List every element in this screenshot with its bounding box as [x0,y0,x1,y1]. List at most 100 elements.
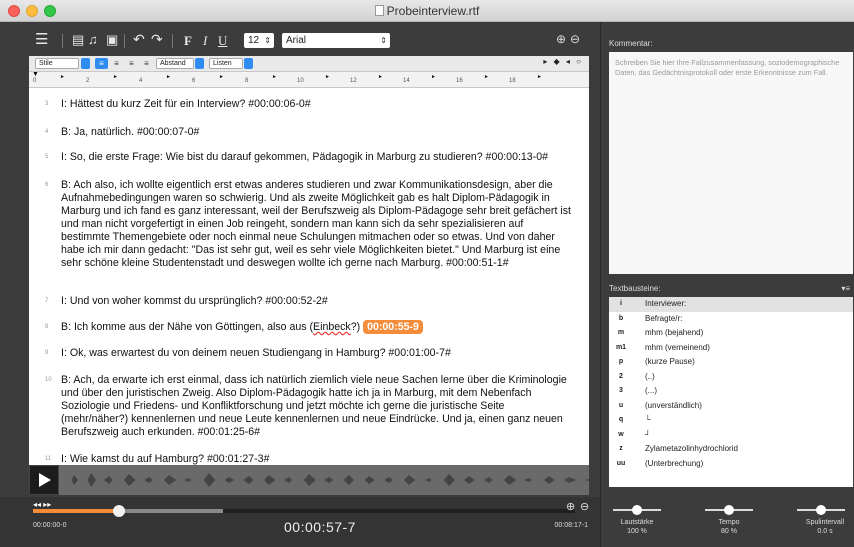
waveform-graphic [59,465,589,495]
paragraph-text: I: Und von woher kommst du ursprünglich?… [61,295,328,307]
tab-stop-icon[interactable]: ► [537,74,542,80]
playhead-handle[interactable] [112,505,125,517]
textbaustein-value: (...) [645,386,657,395]
textbaustein-value: Befragte/r: [645,313,683,323]
textbaustein-row[interactable]: m1 mhm (verneinend) [609,341,853,356]
tab-stop-icon[interactable]: ► [272,74,277,80]
font-size-select[interactable]: 12 ⇕ [244,33,274,48]
volume-slider[interactable] [613,505,661,515]
spacing-dropdown-button[interactable] [195,58,204,69]
paragraph[interactable]: 8 B: Ich komme aus der Nähe von Göttinge… [45,320,573,334]
ruler[interactable]: ▼ 0 2 4 6 8 10 12 14 16 18 ► ► ► ► ► ► ►… [29,71,589,88]
lists-select[interactable]: Listen [209,58,243,69]
textbaustein-value: (unverständlich) [645,400,702,410]
rewind-handle[interactable] [816,505,826,515]
paragraph[interactable]: 3 I: Hättest du kurz Zeit für ein Interv… [45,98,573,111]
ruler-number: 6 [192,78,196,84]
paragraph[interactable]: 5 I: So, die erste Frage: Wie bist du da… [45,151,573,164]
textbaustein-key: 3 [619,387,623,394]
textbaustein-key: z [619,445,623,452]
menu-icon[interactable]: ☰ [35,32,48,47]
textbaustein-value: (..) [645,371,655,381]
transcript-document[interactable]: 3 I: Hättest du kurz Zeit für ein Interv… [29,88,589,465]
textbaustein-row[interactable]: z Zylametazolinhydrochlorid [609,442,853,457]
playback-track[interactable] [33,505,575,517]
comment-textarea[interactable]: Schreiben Sie hier Ihre Fallzusammenfass… [609,52,853,274]
bold-button[interactable]: F [184,33,192,48]
paragraph-text: B: Ich komme aus der Nähe von Göttingen,… [61,321,314,333]
paragraph[interactable]: 9 I: Ok, was erwartest du von deinem neu… [45,347,573,360]
tab-stop-icon[interactable]: ► [325,74,330,80]
textbaustein-value: (kurze Pause) [645,357,695,366]
textbausteine-list[interactable]: i Interviewer: b Befragte/r: m mhm (bejahend)… [609,297,853,487]
tab-stop-icon[interactable]: ► [60,74,65,80]
paragraph-number: 8 [45,324,49,330]
audio-controls: Lautstärke 100 % Tempo 80 % Spulintervall 0… [601,500,854,547]
main-toolbar: ☰ ▤ ♫ ▣ ↶ ↷ F I U 12 ⇕ Arial ⇕ ⊕ ⊖ [0,22,600,56]
stepper-icon: ⇕ [264,36,271,45]
skip-icons[interactable]: ◂◂ ▸▸ [33,500,51,509]
indent-marker-icon[interactable]: ▼ [32,71,39,78]
zoom-out-icon[interactable]: ⊖ [570,32,580,46]
style-select[interactable]: Stile [35,58,79,69]
music-note-icon[interactable]: ♫ [88,32,98,47]
tempo-handle[interactable] [724,505,734,515]
lists-dropdown-button[interactable] [244,58,253,69]
textbaustein-key: m [617,329,625,336]
tab-stop-icon[interactable]: ► [219,74,224,80]
redo-icon[interactable]: ↷ [151,32,163,47]
textbaustein-row[interactable]: m mhm (bejahend) [609,326,853,341]
side-panel: Kommentar: Schreiben Sie hier Ihre Fallz… [600,22,854,547]
paragraph-text: I: Hättest du kurz Zeit für ein Intervie… [61,98,311,110]
textbaustein-row[interactable]: w ┘ [609,428,853,443]
textbaustein-row[interactable]: p (kurze Pause) [609,355,853,370]
paragraph-number: 5 [45,154,49,160]
undo-icon[interactable]: ↶ [133,32,145,47]
paragraph[interactable]: 7 I: Und von woher kommst du ursprünglic… [45,295,573,308]
paragraph[interactable]: 6 B: Ach also, ich wollte eigentlich ers… [45,179,573,270]
textbaustein-value: (Unterbrechung) [645,458,704,468]
tab-stop-icon[interactable]: ► [484,74,489,80]
list-menu-icon[interactable]: ▾≡ [841,284,850,293]
style-dropdown-button[interactable] [81,58,90,69]
textbaustein-row[interactable]: u (unverständlich) [609,399,853,414]
misspelled-word[interactable]: Einbeck [313,321,351,333]
zoom-in-icon[interactable]: ⊕ [566,500,575,513]
document-icon[interactable]: ▤ [72,32,84,47]
align-left-button[interactable]: ≡ [95,58,108,69]
textbaustein-row[interactable]: i Interviewer: [609,297,853,312]
paragraph[interactable]: 10 B: Ach, da erwarte ich erst einmal, d… [45,374,573,439]
italic-button[interactable]: I [203,33,207,48]
tab-stop-icon[interactable]: ► [378,74,383,80]
tab-stop-icon[interactable]: ► [113,74,118,80]
zoom-in-icon[interactable]: ⊕ [556,32,566,46]
tempo-slider[interactable] [705,505,753,515]
play-icon [39,473,51,487]
justify-button[interactable]: ≡ [140,58,153,69]
textbaustein-row[interactable]: 3 (...) [609,384,853,399]
textbaustein-row[interactable]: b Befragte/r: [609,312,853,327]
save-icon[interactable]: ▣ [106,32,118,47]
navigation-arrows[interactable]: ▸ ◆ ◂ ○ [543,57,583,66]
textbaustein-row[interactable]: uu (Unterbrechung) [609,457,853,472]
tab-stop-icon[interactable]: ► [431,74,436,80]
tab-stop-icon[interactable]: ► [166,74,171,80]
paragraph-number: 10 [45,377,52,383]
ruler-number: 16 [456,78,463,84]
zoom-out-icon[interactable]: ⊖ [580,500,589,513]
rewind-slider[interactable] [797,505,845,515]
align-right-button[interactable]: ≡ [125,58,138,69]
paragraph[interactable]: 4 B: Ja, natürlich. #00:00:07-0# [45,126,573,139]
textbaustein-row[interactable]: q └ [609,413,853,428]
font-family-select[interactable]: Arial ⇕ [282,33,390,48]
play-button[interactable] [30,466,58,494]
spacing-select[interactable]: Abstand [156,58,194,69]
volume-handle[interactable] [632,505,642,515]
audio-waveform[interactable] [29,465,589,495]
timestamp-badge[interactable]: 00:00:55-9 [363,320,423,334]
paragraph[interactable]: 11 I: Wie kamst du auf Hamburg? #00:01:2… [45,453,573,465]
align-center-button[interactable]: ≡ [110,58,123,69]
textbaustein-row[interactable]: 2 (..) [609,370,853,385]
paragraph-text: B: Ach, da erwarte ich erst einmal, dass… [61,374,567,438]
underline-button[interactable]: U [218,33,227,48]
